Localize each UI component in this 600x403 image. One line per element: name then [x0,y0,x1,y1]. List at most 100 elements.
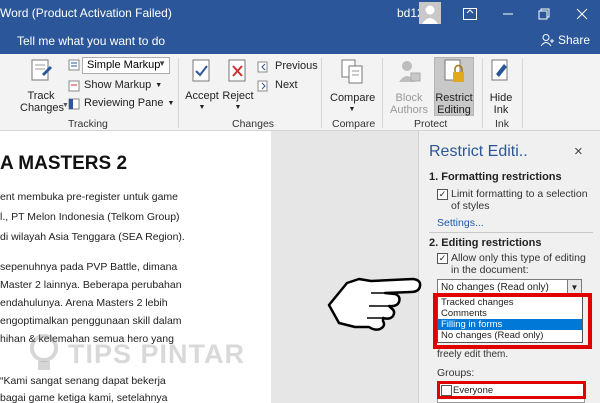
group-separator [382,58,383,128]
next-button[interactable]: Next [257,79,298,92]
block-authors-label-2: Authors [390,104,428,116]
restore-icon [538,8,550,19]
accept-label: Accept [185,90,219,102]
restrict-editing-icon [444,59,464,82]
reviewing-pane-icon [68,98,80,109]
reviewing-pane-button[interactable]: Reviewing Pane ▼ [68,97,174,110]
group-separator [522,58,523,128]
reject-button[interactable]: Reject ▼ [222,58,254,114]
track-changes-button[interactable]: Track Changes [20,58,65,114]
allow-only-label-2: in the document: [451,264,529,276]
track-changes-label-1: Track [27,90,55,102]
markup-icon [68,59,80,71]
limit-formatting-label-1: Limit formatting to a selection [451,188,588,200]
ribbon-display-options-button[interactable] [452,0,488,27]
document-heading: A MASTERS 2 [0,153,128,174]
block-authors-icon [399,61,421,82]
chevron-down-icon: ▼ [158,59,166,68]
group-everyone-label: Everyone [453,385,494,396]
tell-me-bar: Tell me what you want to do Share [0,27,600,54]
document-page[interactable]: A MASTERS 2 ent membuka pre-register unt… [0,131,271,403]
chevron-down-icon: ▼ [234,104,242,111]
limit-formatting-label-2: of styles [451,200,490,212]
formatting-restrictions-heading: 1. Formatting restrictions [429,171,562,183]
divider [429,232,593,233]
user-icon [422,5,438,24]
show-markup-label: Show Markup [84,79,152,91]
editing-type-value: No changes (Read only) [441,282,549,293]
document-line: engoptimalkan penggunaan skill dalam [0,315,182,327]
tell-me-search[interactable]: Tell me what you want to do [17,34,165,48]
highlight-box [433,293,592,349]
reviewing-pane-label: Reviewing Pane [84,97,164,109]
watermark: TIPS PINTAR [68,339,246,369]
block-authors-button[interactable]: Block Authors [388,58,430,116]
pane-close-button[interactable]: × [574,143,583,160]
pointing-hand-icon [327,277,422,331]
restrict-editing-label-1: Restrict [435,92,473,104]
document-line: bagai game ketiga kami, setelahnya [0,392,168,403]
review-ribbon: Track Changes ▼ Simple Markup ▼ Show Mar… [0,54,600,131]
everyone-checkbox[interactable] [441,385,452,396]
ink-group-label: Ink [495,118,510,130]
restore-button[interactable] [526,0,562,27]
share-button[interactable]: Share [540,33,590,47]
window-title: Word (Product Activation Failed) [0,6,172,20]
protect-group-label: Protect [414,118,448,130]
document-line: endahulunya. Arena Masters 2 lebih [0,297,168,309]
compare-icon [341,59,363,84]
compare-button-label: Compare [330,92,376,104]
show-markup-button[interactable]: Show Markup ▼ [68,79,162,92]
next-icon [257,80,268,91]
reject-icon [228,59,246,82]
avatar[interactable] [419,2,441,24]
group-separator [482,58,483,128]
minimize-button[interactable] [490,0,526,27]
document-line: Master 2 lainnya. Beberapa perubahan [0,279,182,291]
restrict-editing-label-2: Editing [437,104,471,116]
tracking-group-label: Tracking [68,118,108,130]
groups-label: Groups: [437,367,475,379]
groups-list: Everyone [437,381,586,403]
document-line: di wilayah Asia Tenggara (SEA Region). [0,231,185,243]
allow-only-label-1: Allow only this type of editing [451,252,586,264]
block-authors-label-1: Block [395,92,423,104]
close-window-button[interactable] [564,0,600,27]
editing-restrictions-heading: 2. Editing restrictions [429,237,542,249]
markup-dropdown-value: Simple Markup [87,59,161,71]
allow-only-checkbox[interactable]: ✓ [437,253,448,264]
changes-group-label: Changes [232,118,275,130]
hide-ink-label-2: Ink [493,104,509,116]
previous-icon [257,61,268,72]
hide-ink-label-1: Hide [489,92,513,104]
freely-edit-text: freely edit them. [437,349,509,360]
chevron-down-icon: ▼ [348,106,356,113]
document-line: ent membuka pre-register untuk game [0,191,179,203]
ribbon-display-icon [463,7,477,20]
track-changes-label-2: Changes [20,102,65,114]
previous-button[interactable]: Previous [257,60,318,73]
chevron-down-icon: ▼ [167,100,175,107]
track-changes-icon [31,59,52,81]
chevron-down-icon: ▼ [155,82,163,89]
compare-group-label: Compare [332,118,376,130]
watermark-bulb-icon [30,334,58,370]
markup-dropdown[interactable]: Simple Markup ▼ [82,57,170,74]
group-separator [321,58,322,128]
restrict-editing-content: Restrict Editing [434,58,474,116]
compare-button[interactable]: Compare ▼ [330,58,376,116]
title-bar: Word (Product Activation Failed) bd12 [0,0,600,27]
close-icon [576,8,588,19]
minimize-icon [503,13,513,14]
show-markup-icon [68,80,80,91]
settings-link[interactable]: Settings... [437,217,484,229]
hide-ink-button[interactable]: Hide Ink [486,58,516,116]
accept-button[interactable]: Accept ▼ [185,58,219,114]
chevron-down-icon: ▼ [198,104,206,111]
share-label: Share [558,33,591,47]
pane-title: Restrict Editi.. [429,143,528,160]
hide-ink-icon [491,59,508,81]
group-separator [178,58,179,128]
limit-formatting-checkbox[interactable]: ✓ [437,189,448,200]
reject-label: Reject [222,90,254,102]
